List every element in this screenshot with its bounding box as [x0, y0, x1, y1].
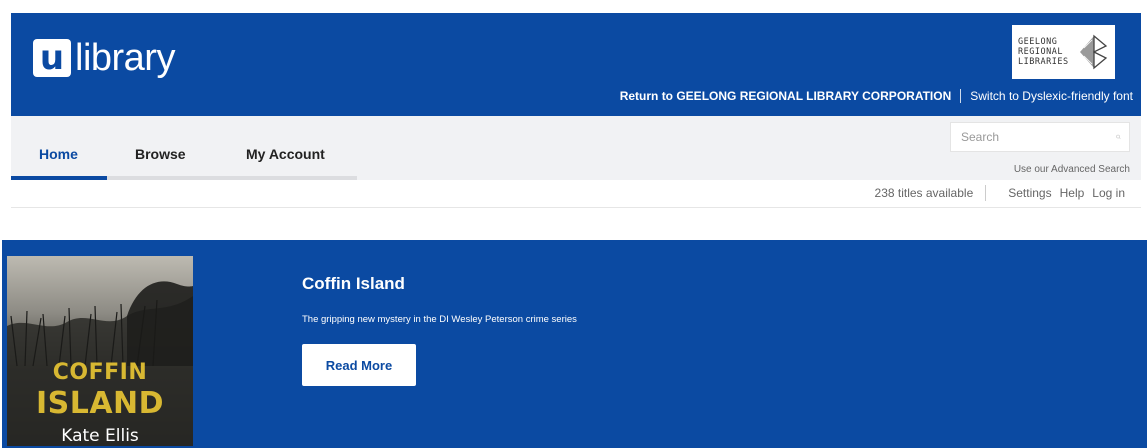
book-cover[interactable]: COFFIN ISLAND Kate Ellis [7, 256, 193, 446]
search-icon[interactable] [1116, 126, 1121, 148]
tab-my-account[interactable]: My Account [246, 146, 325, 162]
tab-browse[interactable]: Browse [135, 146, 186, 162]
search-input[interactable] [951, 123, 1116, 151]
logo-mark: u [33, 39, 71, 77]
header-link-separator [960, 89, 962, 103]
cover-author: Kate Ellis [61, 426, 139, 446]
titles-available-count: 238 titles available [874, 186, 974, 200]
partner-glyph-icon [1080, 34, 1108, 70]
tab-home[interactable]: Home [39, 146, 78, 162]
tab-bar-underline [107, 176, 357, 180]
featured-title-banner: COFFIN ISLAND Kate Ellis Coffin Island T… [2, 240, 1147, 448]
partner-logo-text: GEELONG REGIONAL LIBRARIES [1018, 37, 1078, 67]
active-tab-indicator [11, 176, 107, 180]
account-status-bar: 238 titles available Settings Help Log i… [875, 185, 1125, 201]
cover-title-line-1: COFFIN [52, 360, 148, 385]
logo-text: library [75, 37, 175, 79]
search-box [950, 122, 1130, 152]
cover-title-line-2: ISLAND [35, 386, 165, 421]
return-to-library-link[interactable]: Return to GEELONG REGIONAL LIBRARY CORPO… [620, 89, 952, 103]
settings-link[interactable]: Settings [1008, 186, 1051, 200]
read-more-button[interactable]: Read More [302, 344, 416, 386]
geelong-regional-libraries-logo[interactable]: GEELONG REGIONAL LIBRARIES [1012, 25, 1115, 79]
featured-description: The gripping new mystery in the DI Wesle… [302, 314, 577, 325]
help-link[interactable]: Help [1060, 186, 1085, 200]
ulibrary-logo[interactable]: u library [33, 39, 175, 77]
partner-line-1: GEELONG [1018, 37, 1058, 47]
site-header: u library GEELONG REGIONAL LIBRARIES Ret… [11, 13, 1141, 116]
header-divider [11, 207, 1141, 208]
partner-line-2: REGIONAL [1018, 47, 1063, 57]
featured-title[interactable]: Coffin Island [302, 274, 405, 294]
login-link[interactable]: Log in [1092, 186, 1125, 200]
header-links: Return to GEELONG REGIONAL LIBRARY CORPO… [620, 89, 1133, 103]
dyslexic-font-toggle[interactable]: Switch to Dyslexic-friendly font [970, 89, 1133, 103]
advanced-search-link[interactable]: Use our Advanced Search [1014, 164, 1130, 175]
main-navigation: Home Browse My Account Use our Advanced … [11, 116, 1141, 180]
status-divider [985, 185, 987, 201]
partner-line-3: LIBRARIES [1018, 57, 1069, 67]
